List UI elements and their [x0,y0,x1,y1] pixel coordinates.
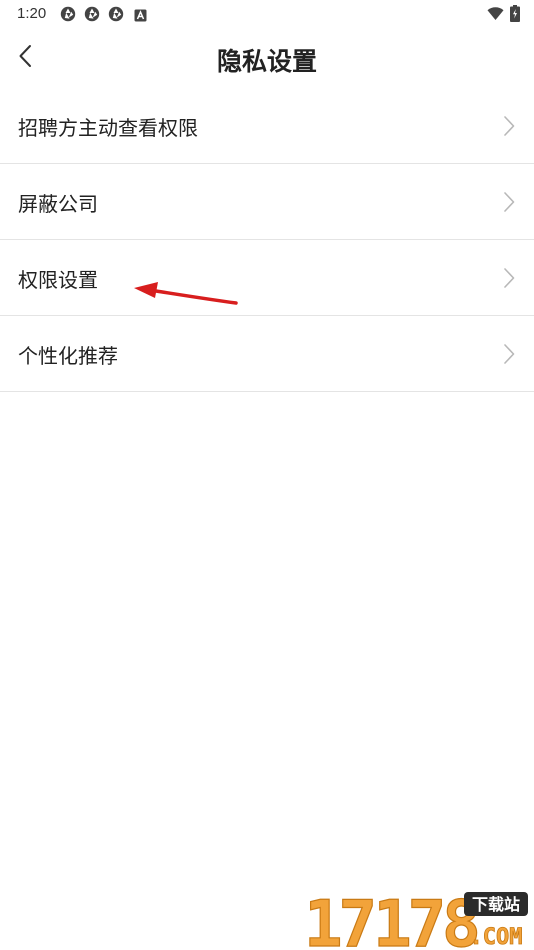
status-right-icons [487,5,520,26]
svg-text:.COM: .COM [470,925,523,950]
status-time: 1:20 [17,5,47,22]
settings-list: 招聘方主动查看权限 屏蔽公司 权限设置 个性化推荐 [0,88,534,392]
setting-label: 招聘方主动查看权限 [18,116,198,140]
setting-recruiter-view-permission[interactable]: 招聘方主动查看权限 [0,88,534,164]
page-title: 隐私设置 [216,47,317,76]
setting-label: 权限设置 [18,268,98,292]
annotation-arrow [134,282,238,305]
a-badge-icon [134,7,150,23]
svg-text:下载站: 下载站 [472,895,520,914]
status-bar: 1:20 [0,0,534,28]
setting-permission-settings[interactable]: 权限设置 [0,240,534,316]
chevron-right-icon [502,191,516,213]
wifi-icon [487,6,504,25]
chevron-right-icon [502,115,516,137]
aperture-icon [108,6,124,22]
aperture-icon [84,6,100,22]
setting-personalized-recommendation[interactable]: 个性化推荐 [0,316,534,392]
battery-icon [510,5,520,26]
chevron-right-icon [502,267,516,289]
setting-label: 个性化推荐 [18,344,118,368]
watermark-logo: 17178 下载站 .COM [303,888,528,950]
setting-block-companies[interactable]: 屏蔽公司 [0,164,534,240]
setting-label: 屏蔽公司 [18,192,98,216]
header: 隐私设置 [0,28,534,88]
chevron-right-icon [502,343,516,365]
svg-text:17178: 17178 [304,888,477,950]
aperture-icon [60,6,76,22]
